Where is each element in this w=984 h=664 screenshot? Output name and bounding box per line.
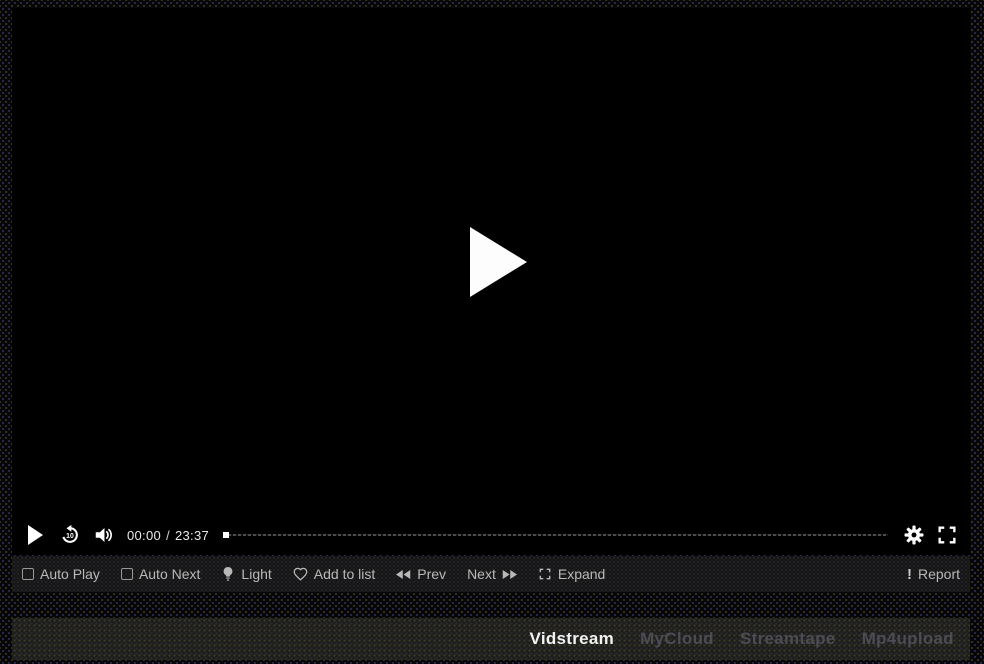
settings-button[interactable]	[904, 521, 924, 549]
auto-play-label: Auto Play	[40, 566, 100, 582]
report-label: Report	[918, 566, 960, 582]
play-icon	[28, 525, 43, 545]
add-to-list-button[interactable]: Add to list	[293, 566, 375, 582]
rewind-10-icon: 10	[59, 524, 81, 546]
auto-next-checkbox-icon[interactable]	[121, 568, 133, 580]
auto-play-toggle[interactable]: Auto Play	[22, 566, 100, 582]
player-control-bar: 10 00:00 / 23:37	[12, 515, 970, 555]
volume-icon	[93, 524, 115, 546]
expand-icon	[538, 567, 552, 581]
progress-playhead[interactable]	[223, 532, 229, 538]
expand-button[interactable]: Expand	[538, 566, 605, 582]
heart-icon	[293, 567, 308, 581]
big-play-icon[interactable]	[470, 227, 527, 297]
time-separator: /	[166, 528, 170, 543]
settings-gear-icon	[904, 525, 924, 545]
video-area[interactable]	[12, 8, 970, 515]
server-selector: Vidstream MyCloud Streamtape Mp4upload	[12, 618, 970, 660]
volume-button[interactable]	[93, 521, 115, 549]
video-player: 10 00:00 / 23:37	[12, 8, 970, 555]
next-label: Next	[467, 566, 496, 582]
prev-double-arrow-icon	[396, 569, 411, 580]
server-tab-mp4upload[interactable]: Mp4upload	[862, 629, 954, 649]
fullscreen-button[interactable]	[936, 521, 958, 549]
server-tab-vidstream[interactable]: Vidstream	[529, 629, 614, 649]
prev-label: Prev	[417, 566, 446, 582]
options-toolbar: Auto Play Auto Next Light Add to list Pr…	[12, 556, 970, 592]
exclamation-icon: !	[907, 566, 912, 583]
lightbulb-icon	[221, 566, 235, 582]
server-tab-streamtape[interactable]: Streamtape	[740, 629, 836, 649]
rewind-10-button[interactable]: 10	[59, 521, 81, 549]
add-to-list-label: Add to list	[314, 566, 375, 582]
next-double-arrow-icon	[502, 569, 517, 580]
report-button[interactable]: ! Report	[907, 566, 960, 583]
auto-next-label: Auto Next	[139, 566, 200, 582]
fullscreen-icon	[936, 524, 958, 546]
light-label: Light	[241, 566, 271, 582]
progress-bar[interactable]	[223, 529, 888, 541]
progress-track	[223, 534, 888, 536]
time-display: 00:00 / 23:37	[127, 528, 209, 543]
server-tab-mycloud[interactable]: MyCloud	[640, 629, 714, 649]
current-time: 00:00	[127, 528, 161, 543]
auto-play-checkbox-icon[interactable]	[22, 568, 34, 580]
play-button[interactable]	[24, 521, 47, 549]
next-episode-button[interactable]: Next	[467, 566, 517, 582]
prev-episode-button[interactable]: Prev	[396, 566, 446, 582]
auto-next-toggle[interactable]: Auto Next	[121, 566, 200, 582]
light-toggle[interactable]: Light	[221, 566, 271, 582]
expand-label: Expand	[558, 566, 605, 582]
svg-text:10: 10	[66, 533, 74, 540]
duration: 23:37	[175, 528, 209, 543]
